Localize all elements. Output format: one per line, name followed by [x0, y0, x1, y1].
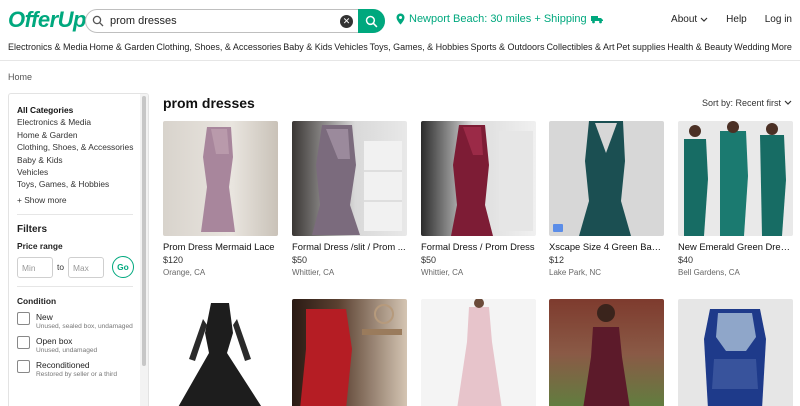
search-value[interactable]: prom dresses: [110, 15, 177, 27]
sidebar-category[interactable]: Clothing, Shoes, & Accessories: [17, 141, 141, 153]
sidebar-scrollbar[interactable]: [140, 94, 148, 406]
category-link[interactable]: Home & Garden: [89, 42, 154, 52]
condition-option[interactable]: New Unused, sealed box, undamaged: [17, 312, 141, 331]
about-label: About: [671, 14, 698, 25]
category-link[interactable]: Collectibles & Art: [546, 42, 614, 52]
listing-price: $50: [421, 255, 437, 265]
page-title: prom dresses: [163, 95, 255, 111]
checkbox[interactable]: [17, 312, 30, 326]
category-link[interactable]: Clothing, Shoes, & Accessories: [156, 42, 281, 52]
top-nav: About Help Log in: [671, 14, 792, 25]
location-pin-icon: [396, 13, 405, 25]
chevron-down-icon: [784, 100, 792, 105]
listing-image[interactable]: [421, 299, 536, 406]
listing-image[interactable]: [163, 121, 278, 236]
listing-price: $12: [549, 255, 565, 265]
listing-title[interactable]: Xscape Size 4 Green Back ...: [549, 241, 664, 252]
listing-price: $50: [292, 255, 308, 265]
listing-card[interactable]: Formal Dress /slit / Prom ... $50 Whitti…: [292, 121, 407, 277]
listing-card[interactable]: Formal Dress / Prom Dress $50 Whittier, …: [421, 121, 536, 277]
listing-location: Whittier, CA: [292, 268, 335, 277]
condition-option[interactable]: Reconditioned Restored by seller or a thi…: [17, 360, 141, 379]
search-input[interactable]: prom dresses ✕: [85, 9, 385, 33]
category-link[interactable]: Vehicles: [334, 42, 368, 52]
search-button[interactable]: [358, 9, 385, 33]
sort-label: Sort by: Recent first: [701, 98, 781, 108]
about-menu[interactable]: About: [671, 14, 708, 25]
listing-card[interactable]: Prom Dress Mermaid Lace $120 Orange, CA: [163, 121, 278, 277]
condition-title: Open box: [36, 336, 73, 347]
condition-heading: Condition: [17, 296, 57, 307]
listing-location: Orange, CA: [163, 268, 206, 277]
category-bar: Electronics & Media Home & Garden Clothi…: [8, 42, 792, 52]
price-range-label: Price range: [17, 241, 63, 252]
condition-option[interactable]: Open box Unused, undamaged: [17, 336, 141, 355]
scrollbar-thumb[interactable]: [142, 96, 146, 366]
login-link[interactable]: Log in: [765, 14, 792, 25]
sort-dropdown[interactable]: Sort by: Recent first: [702, 98, 792, 108]
location-selector[interactable]: Newport Beach: 30 miles + Shipping: [396, 13, 603, 25]
listing-image[interactable]: [421, 121, 536, 236]
category-link[interactable]: Wedding: [734, 42, 769, 52]
category-link[interactable]: Sports & Outdoors: [471, 42, 545, 52]
listing-title[interactable]: New Emerald Green Dress...: [678, 241, 793, 252]
listing-image[interactable]: [678, 121, 793, 236]
divider: [17, 214, 133, 216]
search-icon: [92, 15, 104, 27]
listing-location: Whittier, CA: [421, 268, 464, 277]
listing-image[interactable]: [292, 299, 407, 406]
max-price-input[interactable]: Max: [68, 256, 104, 278]
category-more[interactable]: More: [771, 42, 792, 52]
condition-subtitle: Unused, sealed box, undamaged: [36, 323, 133, 331]
listing-location: Bell Gardens, CA: [678, 268, 740, 277]
listing-title[interactable]: Prom Dress Mermaid Lace: [163, 241, 278, 252]
listing-price: $40: [678, 255, 694, 265]
category-link[interactable]: Health & Beauty: [667, 42, 732, 52]
chevron-down-icon: [700, 17, 708, 22]
category-link[interactable]: Baby & Kids: [283, 42, 332, 52]
listing-card[interactable]: New Emerald Green Dress... $40 Bell Gard…: [678, 121, 793, 277]
condition-title: New: [36, 312, 53, 323]
clear-icon[interactable]: ✕: [340, 15, 353, 28]
sidebar-category[interactable]: Vehicles: [17, 166, 141, 178]
divider: [17, 286, 133, 288]
listing-image[interactable]: [549, 121, 664, 236]
condition-subtitle: Unused, undamaged: [36, 347, 98, 355]
listing-price: $120: [163, 255, 184, 265]
to-label: to: [57, 262, 64, 273]
sidebar-category[interactable]: Electronics & Media: [17, 116, 141, 128]
truck-icon: [590, 15, 603, 23]
offerup-logo[interactable]: OfferUp: [8, 7, 87, 33]
filters-heading: Filters: [17, 224, 48, 236]
listing-image[interactable]: [163, 299, 278, 406]
checkbox[interactable]: [17, 336, 30, 350]
header-divider: [0, 60, 800, 61]
checkbox[interactable]: [17, 360, 30, 374]
listing-location: Lake Park, NC: [549, 268, 602, 277]
listing-title[interactable]: Formal Dress / Prom Dress: [421, 241, 536, 252]
listing-image[interactable]: [549, 299, 664, 406]
sidebar-category[interactable]: Toys, Games, & Hobbies: [17, 178, 141, 190]
category-link[interactable]: Electronics & Media: [8, 42, 88, 52]
listing-title[interactable]: Formal Dress /slit / Prom ...: [292, 241, 407, 252]
condition-title: Reconditioned: [36, 360, 90, 371]
photo-badge-icon: [553, 224, 563, 232]
breadcrumb[interactable]: Home: [8, 72, 32, 82]
go-button[interactable]: Go: [112, 256, 134, 279]
min-price-input[interactable]: Min: [17, 256, 53, 278]
category-link[interactable]: Pet supplies: [616, 42, 665, 52]
sidebar-category[interactable]: Baby & Kids: [17, 154, 141, 166]
filter-sidebar: All Categories Electronics & Media Home …: [8, 93, 149, 406]
help-link[interactable]: Help: [726, 14, 747, 25]
listing-image[interactable]: [292, 121, 407, 236]
location-label: Newport Beach: 30 miles + Shipping: [409, 13, 587, 25]
listing-card[interactable]: Xscape Size 4 Green Back ... $12 Lake Pa…: [549, 121, 664, 277]
search-icon: [365, 15, 378, 28]
category-link[interactable]: Toys, Games, & Hobbies: [370, 42, 469, 52]
listing-image[interactable]: [678, 299, 793, 406]
all-categories-link[interactable]: All Categories: [17, 104, 141, 116]
show-more-link[interactable]: + Show more: [17, 194, 141, 206]
sidebar-category[interactable]: Home & Garden: [17, 129, 141, 141]
condition-subtitle: Restored by seller or a third: [36, 371, 117, 379]
